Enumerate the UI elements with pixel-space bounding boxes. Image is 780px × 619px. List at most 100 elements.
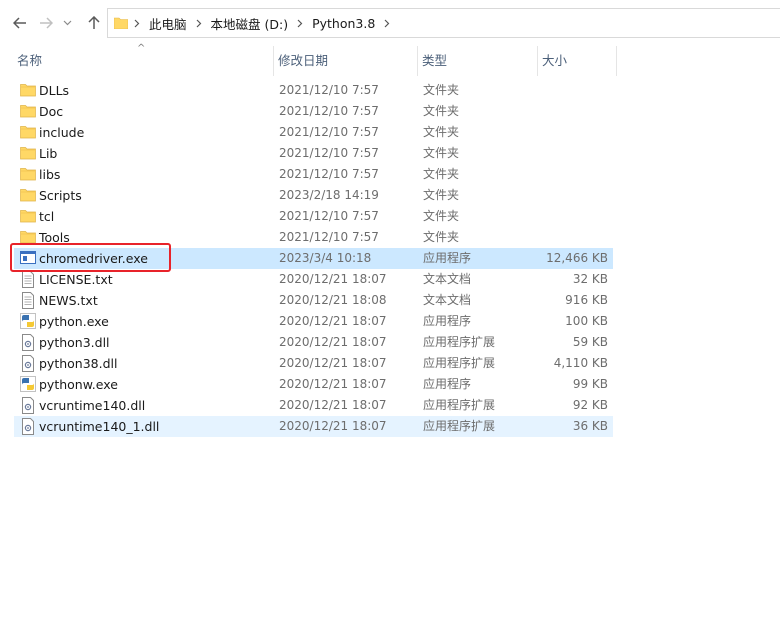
folder-icon	[114, 17, 128, 29]
column-date[interactable]: 修改日期	[273, 46, 417, 76]
python-icon	[20, 376, 36, 393]
file-type: 文件夹	[423, 146, 460, 160]
file-name: Doc	[39, 104, 64, 119]
file-type: 应用程序扩展	[423, 356, 496, 370]
file-type: 文件夹	[423, 83, 460, 97]
file-date: 2021/12/10 7:57	[279, 125, 379, 139]
file-date: 2020/12/21 18:07	[279, 314, 387, 328]
file-date: 2021/12/10 7:57	[279, 209, 379, 223]
file-type: 文件夹	[423, 167, 460, 181]
dll-icon	[20, 355, 36, 372]
file-date: 2020/12/21 18:07	[279, 335, 387, 349]
column-type[interactable]: 类型	[417, 46, 537, 76]
file-name: DLLs	[39, 83, 70, 98]
column-size[interactable]: 大小	[537, 46, 617, 76]
file-date: 2021/12/10 7:57	[279, 104, 379, 118]
file-type: 应用程序	[423, 377, 472, 391]
file-date: 2020/12/21 18:08	[279, 293, 387, 307]
file-size: 32 KB	[572, 272, 608, 286]
address-bar[interactable]: 此电脑 本地磁盘 (D:) Python3.8	[107, 8, 780, 38]
dll-icon	[20, 334, 36, 351]
file-row[interactable]: include 2021/12/10 7:57 文件夹	[14, 122, 613, 143]
chevron-right-icon[interactable]	[291, 19, 309, 28]
file-date: 2020/12/21 18:07	[279, 356, 387, 370]
file-row[interactable]: python38.dll 2020/12/21 18:07 应用程序扩展 4,1…	[14, 353, 613, 374]
file-name: python.exe	[39, 314, 109, 329]
file-date: 2020/12/21 18:07	[279, 398, 387, 412]
sort-ascending-icon: ^	[137, 43, 146, 54]
file-row[interactable]: vcruntime140_1.dll 2020/12/21 18:07 应用程序…	[14, 416, 613, 437]
text-file-icon	[20, 292, 36, 309]
file-name: include	[39, 125, 85, 140]
file-size: 59 KB	[572, 335, 608, 349]
forward-button[interactable]	[36, 12, 56, 34]
file-row[interactable]: Lib 2021/12/10 7:57 文件夹	[14, 143, 613, 164]
file-row[interactable]: DLLs 2021/12/10 7:57 文件夹	[14, 80, 613, 101]
file-type: 应用程序扩展	[423, 398, 496, 412]
file-size: 100 KB	[565, 314, 608, 328]
file-size: 916 KB	[565, 293, 608, 307]
breadcrumb-this-pc[interactable]: 此电脑	[146, 14, 190, 33]
file-name: vcruntime140.dll	[39, 398, 146, 413]
file-name: libs	[39, 167, 61, 182]
file-row[interactable]: pythonw.exe 2020/12/21 18:07 应用程序 99 KB	[14, 374, 613, 395]
file-type: 应用程序	[423, 314, 472, 328]
back-button[interactable]	[10, 12, 30, 34]
file-date: 2023/3/4 10:18	[279, 251, 372, 265]
navigation-toolbar: 此电脑 本地磁盘 (D:) Python3.8	[0, 0, 780, 46]
file-type: 文本文档	[423, 272, 472, 286]
folder-icon	[20, 124, 36, 141]
folder-icon	[20, 208, 36, 225]
file-size: 99 KB	[572, 377, 608, 391]
chevron-right-icon[interactable]	[378, 19, 396, 28]
file-row[interactable]: Scripts 2023/2/18 14:19 文件夹	[14, 185, 613, 206]
up-button[interactable]	[84, 12, 104, 34]
folder-icon	[20, 145, 36, 162]
chevron-right-icon[interactable]	[128, 19, 146, 28]
file-size: 4,110 KB	[553, 356, 608, 370]
folder-icon	[20, 187, 36, 204]
file-size: 12,466 KB	[546, 251, 608, 265]
folder-icon	[20, 103, 36, 120]
file-type: 文件夹	[423, 209, 460, 223]
file-row[interactable]: NEWS.txt 2020/12/21 18:08 文本文档 916 KB	[14, 290, 613, 311]
dll-icon	[20, 397, 36, 414]
file-size: 36 KB	[572, 419, 608, 433]
folder-icon	[20, 166, 36, 183]
file-name: Lib	[39, 146, 58, 161]
file-type: 应用程序扩展	[423, 335, 496, 349]
file-row[interactable]: python3.dll 2020/12/21 18:07 应用程序扩展 59 K…	[14, 332, 613, 353]
chevron-right-icon[interactable]	[190, 19, 208, 28]
file-date: 2020/12/21 18:07	[279, 419, 387, 433]
file-type: 文件夹	[423, 125, 460, 139]
arrow-left-icon	[13, 17, 26, 29]
file-date: 2023/2/18 14:19	[279, 188, 379, 202]
folder-icon	[20, 82, 36, 99]
file-type: 应用程序	[423, 251, 472, 265]
file-name: NEWS.txt	[39, 293, 98, 308]
file-row[interactable]: Doc 2021/12/10 7:57 文件夹	[14, 101, 613, 122]
file-size: 92 KB	[572, 398, 608, 412]
file-date: 2020/12/21 18:07	[279, 377, 387, 391]
dll-icon	[20, 418, 36, 435]
file-name: LICENSE.txt	[39, 272, 113, 287]
arrow-up-icon	[88, 16, 100, 29]
file-date: 2021/12/10 7:57	[279, 167, 379, 181]
file-type: 文件夹	[423, 188, 460, 202]
breadcrumb-local-disk[interactable]: 本地磁盘 (D:)	[208, 14, 292, 33]
file-type: 文件夹	[423, 104, 460, 118]
file-name: Scripts	[39, 188, 82, 203]
file-name: tcl	[39, 209, 55, 224]
file-row[interactable]: LICENSE.txt 2020/12/21 18:07 文本文档 32 KB	[14, 269, 613, 290]
file-name: python38.dll	[39, 356, 118, 371]
file-row[interactable]: tcl 2021/12/10 7:57 文件夹	[14, 206, 613, 227]
file-row[interactable]: python.exe 2020/12/21 18:07 应用程序 100 KB	[14, 311, 613, 332]
file-date: 2021/12/10 7:57	[279, 146, 379, 160]
arrow-right-icon	[40, 17, 53, 29]
breadcrumb-python38[interactable]: Python3.8	[309, 16, 378, 31]
file-date: 2021/12/10 7:57	[279, 230, 379, 244]
file-row[interactable]: vcruntime140.dll 2020/12/21 18:07 应用程序扩展…	[14, 395, 613, 416]
file-date: 2020/12/21 18:07	[279, 272, 387, 286]
file-row[interactable]: libs 2021/12/10 7:57 文件夹	[14, 164, 613, 185]
recent-locations-button[interactable]	[60, 12, 74, 34]
